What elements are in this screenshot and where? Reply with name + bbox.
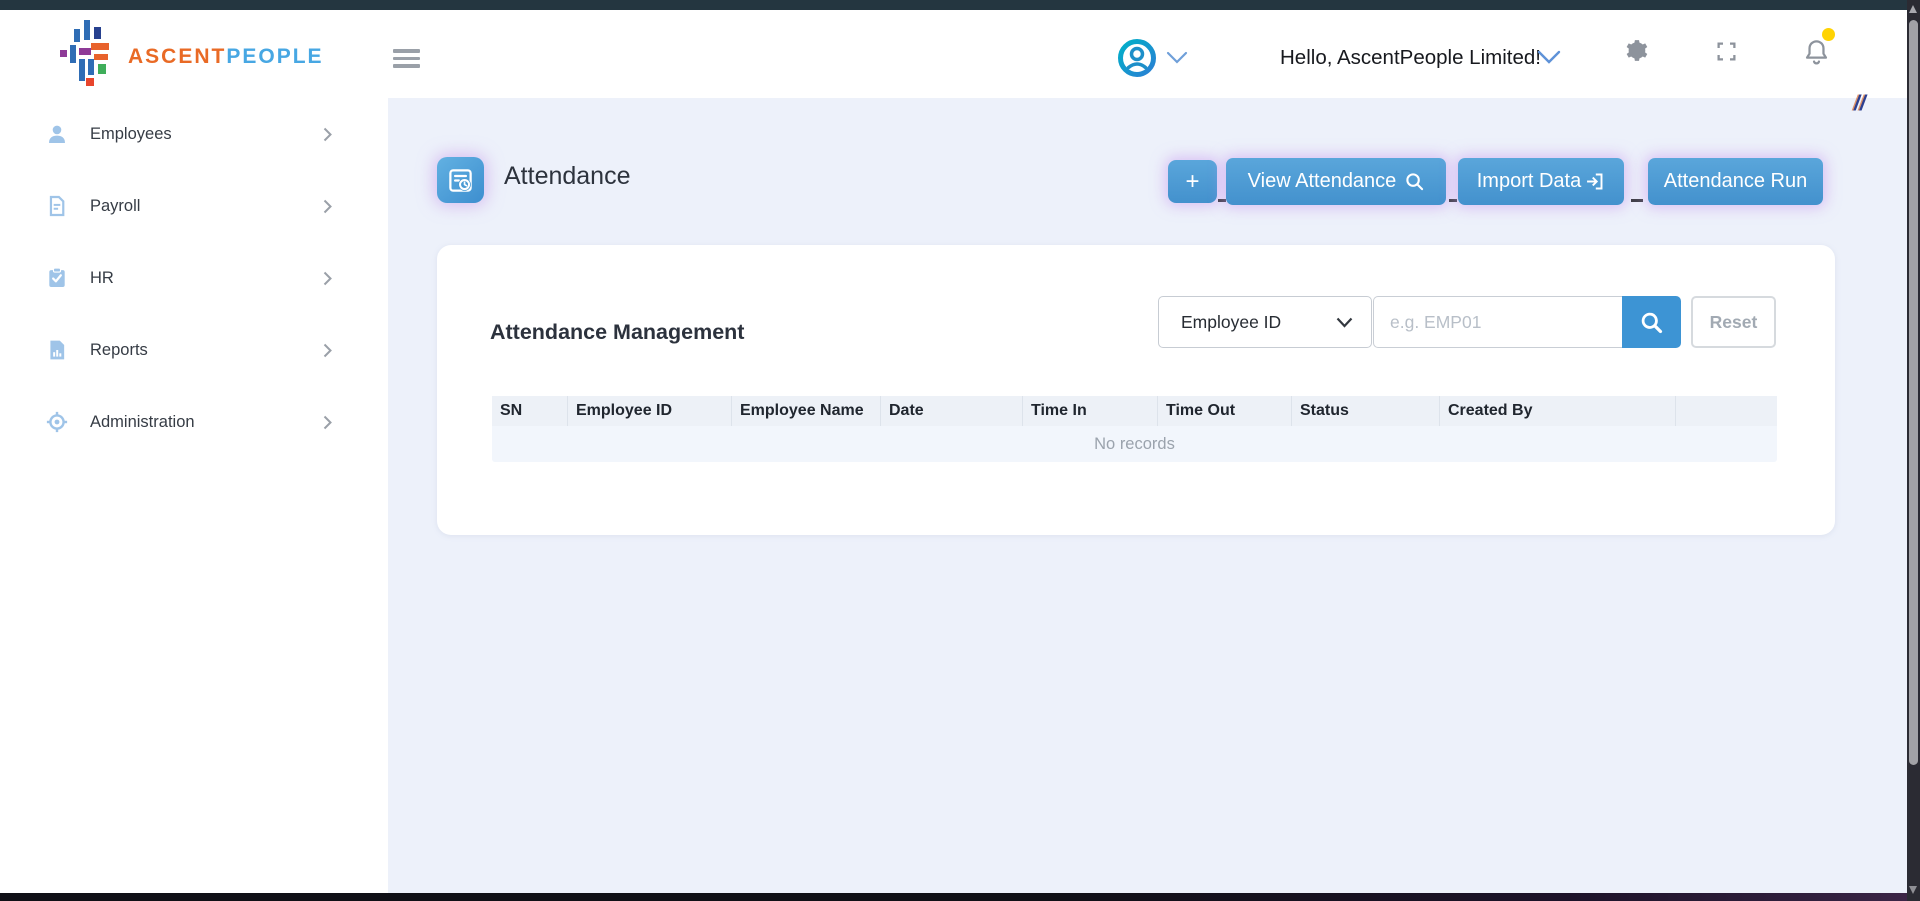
page-title: Attendance: [504, 162, 631, 191]
attendance-table: SN Employee ID Employee Name Date Time I…: [492, 396, 1777, 462]
brand-word-ascent: ASCENT: [128, 45, 226, 68]
column-header-time-out: Time Out: [1158, 396, 1292, 426]
greeting-chevron-down-icon[interactable]: [1537, 50, 1561, 64]
sidebar-item-label: Payroll: [90, 197, 140, 216]
sidebar-item-label: Reports: [90, 341, 148, 360]
brand-logo-icon: [58, 18, 116, 88]
column-header-sn: SN: [492, 396, 568, 426]
view-attendance-button[interactable]: View Attendance: [1226, 158, 1446, 205]
sidebar-nav: Employees Payroll HR: [0, 98, 388, 893]
chevron-right-icon: [323, 271, 332, 286]
scrollbar[interactable]: [1907, 0, 1920, 901]
scrollbar-thumb[interactable]: [1909, 20, 1918, 765]
attendance-list-clock-icon: [447, 167, 474, 194]
filter-field-selected-value: Employee ID: [1181, 312, 1281, 333]
stray-slash-marks: //: [1854, 92, 1866, 116]
sidebar-item-administration[interactable]: Administration: [0, 386, 388, 458]
sidebar-item-payroll[interactable]: Payroll: [0, 170, 388, 242]
import-icon: [1584, 171, 1605, 192]
attendance-page-icon-tile: [437, 157, 484, 203]
view-attendance-label: View Attendance: [1248, 170, 1397, 193]
avatar-chevron-down-icon[interactable]: [1166, 51, 1188, 64]
attendance-run-button[interactable]: Attendance Run: [1648, 158, 1823, 205]
scrollbar-down-arrow[interactable]: [1909, 886, 1917, 894]
card-heading: Attendance Management: [490, 320, 744, 345]
window-bottom-bar: [0, 893, 1907, 901]
sidebar-item-label: HR: [90, 269, 114, 288]
sidebar-item-hr[interactable]: HR: [0, 242, 388, 314]
separator-dash: [1631, 199, 1643, 202]
column-header-status: Status: [1292, 396, 1440, 426]
notification-badge-dot: [1822, 28, 1835, 41]
separator-dash: [1449, 199, 1457, 202]
user-icon: [46, 123, 68, 145]
import-data-button[interactable]: Import Data: [1458, 158, 1624, 205]
user-circle-icon: [1117, 38, 1157, 78]
column-header-employee-name: Employee Name: [732, 396, 881, 426]
scrollbar-up-arrow[interactable]: [1909, 5, 1917, 13]
search-button[interactable]: [1622, 296, 1681, 348]
main-content: // Attendance + View Attendance Import D…: [388, 98, 1907, 893]
column-header-time-in: Time In: [1023, 396, 1158, 426]
chevron-right-icon: [323, 415, 332, 430]
report-chart-icon: [46, 339, 68, 361]
notifications-bell-icon[interactable]: [1803, 37, 1830, 67]
import-data-label: Import Data: [1477, 170, 1581, 193]
settings-gear-icon[interactable]: [1623, 38, 1648, 63]
column-header-actions: [1676, 396, 1777, 426]
separator-dash: [1218, 199, 1226, 202]
column-header-date: Date: [881, 396, 1023, 426]
reset-button[interactable]: Reset: [1691, 296, 1776, 348]
column-header-created-by: Created By: [1440, 396, 1676, 426]
search-icon: [1640, 311, 1663, 334]
column-header-employee-id: Employee ID: [568, 396, 732, 426]
attendance-management-card: Attendance Management Employee ID Reset …: [437, 245, 1835, 535]
search-icon: [1405, 172, 1424, 191]
chevron-right-icon: [323, 127, 332, 142]
document-icon: [46, 195, 68, 217]
clipboard-check-icon: [46, 267, 68, 289]
user-greeting[interactable]: Hello, AscentPeople Limited!: [1280, 46, 1541, 70]
sidebar-item-employees[interactable]: Employees: [0, 98, 388, 170]
table-empty-row: No records: [492, 426, 1777, 462]
table-header-row: SN Employee ID Employee Name Date Time I…: [492, 396, 1777, 426]
brand-word-people: PEOPLE: [226, 45, 323, 68]
window-top-bar: [0, 0, 1907, 10]
select-chevron-down-icon: [1336, 317, 1353, 328]
filter-field-select[interactable]: Employee ID: [1158, 296, 1372, 348]
target-icon: [46, 411, 68, 433]
add-button[interactable]: +: [1168, 160, 1217, 203]
app-header: ASCENTPEOPLE Hello, AscentPeople Limited…: [0, 10, 1907, 98]
sidebar-item-reports[interactable]: Reports: [0, 314, 388, 386]
sidebar-toggle-hamburger-icon[interactable]: [393, 49, 420, 68]
user-avatar[interactable]: [1117, 38, 1157, 78]
empty-records-message: No records: [1094, 435, 1175, 454]
sidebar-item-label: Administration: [90, 413, 195, 432]
chevron-right-icon: [323, 343, 332, 358]
brand-wordmark: ASCENTPEOPLE: [128, 45, 324, 69]
sidebar-item-label: Employees: [90, 125, 172, 144]
search-input[interactable]: [1373, 296, 1622, 348]
fullscreen-icon[interactable]: [1716, 41, 1737, 62]
chevron-right-icon: [323, 199, 332, 214]
brand-logo[interactable]: ASCENTPEOPLE: [58, 16, 288, 92]
